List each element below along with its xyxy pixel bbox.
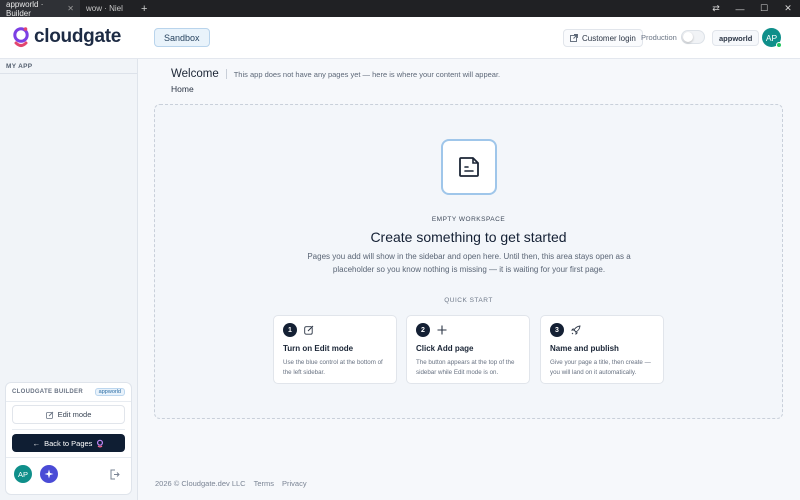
close-tab-icon[interactable]: ✕ — [67, 4, 74, 13]
page-subtitle: This app does not have any pages yet — h… — [233, 69, 501, 79]
divider — [12, 429, 125, 430]
browser-tab-active[interactable]: appworld · Builder ✕ — [0, 0, 80, 18]
empty-workspace-panel: EMPTY WORKSPACE Create something to get … — [154, 104, 783, 419]
sparkle-icon — [44, 469, 54, 479]
empty-eyebrow: EMPTY WORKSPACE — [431, 216, 506, 223]
tab-label: appworld · Builder — [6, 0, 44, 18]
avatar[interactable]: AP — [14, 465, 32, 483]
external-link-icon — [570, 34, 578, 42]
step-number: 2 — [416, 323, 430, 337]
step-number: 3 — [550, 323, 564, 337]
ai-assistant-button[interactable] — [40, 465, 58, 483]
logout-icon[interactable] — [109, 469, 120, 480]
back-to-pages-button[interactable]: ← Back to Pages — [12, 434, 125, 452]
production-toggle[interactable] — [681, 30, 705, 44]
sidebar-section-label: MY APP — [6, 63, 33, 70]
main-content: Welcome This app does not have any pages… — [138, 59, 800, 500]
browser-tab-bar: appworld · Builder ✕ wow · Niel + ⇄ — ☐ … — [0, 0, 800, 18]
step-description: Use the blue control at the bottom of th… — [283, 359, 383, 376]
divider — [6, 401, 131, 402]
production-label: Production — [641, 33, 677, 42]
builder-title: CLOUDGATE BUILDER — [12, 389, 83, 395]
empty-headline: Create something to get started — [370, 229, 567, 245]
step-title: Name and publish — [550, 344, 619, 353]
rocket-icon — [569, 323, 583, 337]
divider — [0, 73, 137, 74]
close-window-icon[interactable]: ✕ — [776, 3, 800, 14]
step-title: Turn on Edit mode — [283, 344, 354, 353]
edit-mode-label: Edit mode — [57, 410, 92, 419]
quick-start-step: 2 Click Add page The button appears at t… — [406, 315, 530, 384]
window-controls: ⇄ — ☐ ✕ — [704, 0, 800, 17]
sidebar: MY APP CLOUDGATE BUILDER appworld Edit m… — [0, 59, 138, 500]
new-tab-icon[interactable]: + — [136, 0, 152, 17]
maximize-icon[interactable]: ☐ — [752, 3, 776, 14]
builder-app-chip: appworld — [94, 388, 125, 396]
terms-link[interactable]: Terms — [254, 479, 274, 488]
browser-tab[interactable]: wow · Niel — [80, 0, 136, 17]
step-description: The button appears at the top of the sid… — [416, 359, 515, 376]
edit-mode-button[interactable]: Edit mode — [12, 405, 125, 424]
cloudgate-mini-icon — [97, 439, 104, 447]
plus-icon — [435, 323, 449, 337]
back-to-pages-label: Back to Pages — [44, 438, 93, 448]
divider — [6, 457, 131, 458]
sync-icon[interactable]: ⇄ — [704, 3, 728, 14]
step-number: 1 — [283, 323, 297, 337]
tab-label: wow · Niel — [86, 4, 123, 13]
copyright-text: 2026 © Cloudgate.dev LLC — [155, 479, 246, 488]
quick-start-step: 1 Turn on Edit mode Use the blue control… — [273, 315, 397, 384]
edit-icon — [302, 323, 316, 337]
page-title: Welcome — [171, 68, 219, 80]
minimize-icon[interactable]: — — [728, 4, 752, 14]
customer-login-button[interactable]: Customer login — [563, 29, 643, 47]
quick-start-label: QUICK START — [444, 297, 493, 304]
step-description: Give your page a title, then create — yo… — [550, 359, 651, 376]
edit-icon — [45, 411, 53, 419]
step-title: Click Add page — [416, 344, 474, 353]
cloudgate-logo-icon — [13, 27, 29, 47]
document-icon — [441, 139, 497, 195]
logo[interactable]: cloudgate — [11, 26, 121, 48]
top-header: cloudgate Sandbox Customer login Product… — [0, 17, 800, 59]
footer: 2026 © Cloudgate.dev LLC Terms Privacy — [155, 479, 307, 488]
arrow-left-icon: ← — [32, 438, 41, 448]
quick-start-step: 3 Name and publish Give your page a titl… — [540, 315, 664, 384]
logo-text: cloudgate — [34, 26, 122, 47]
online-status-dot — [776, 42, 782, 48]
app-selector[interactable]: appworld — [712, 30, 760, 46]
privacy-link[interactable]: Privacy — [282, 479, 307, 488]
customer-login-label: Customer login — [582, 33, 636, 43]
page-header: Welcome This app does not have any pages… — [171, 68, 500, 80]
breadcrumb[interactable]: Home — [171, 84, 194, 94]
environment-badge[interactable]: Sandbox — [154, 28, 210, 47]
builder-panel: CLOUDGATE BUILDER appworld Edit mode ← B… — [5, 382, 132, 495]
divider — [225, 69, 227, 79]
empty-description: Pages you add will show in the sidebar a… — [307, 252, 631, 274]
app-window: cloudgate Sandbox Customer login Product… — [0, 17, 800, 500]
